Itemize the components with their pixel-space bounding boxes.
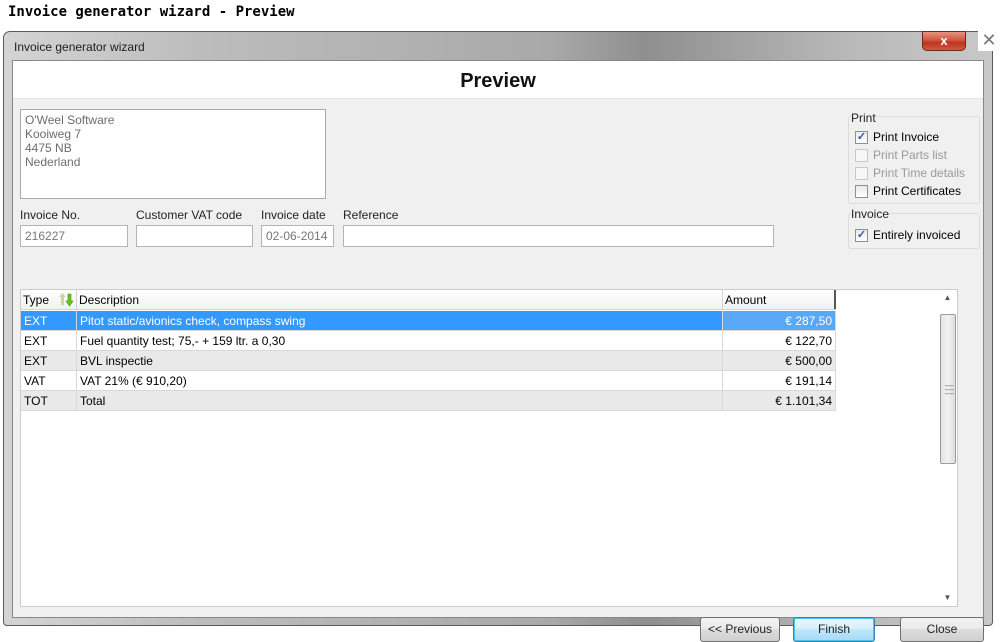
- window-title: Invoice generator wizard: [14, 40, 145, 54]
- print-certificates-checkbox[interactable]: Print Certificates: [855, 184, 961, 198]
- vertical-scrollbar[interactable]: ▲ — — — ▼: [938, 290, 957, 606]
- reference-label: Reference: [343, 208, 399, 222]
- checkbox-unchecked-icon: [855, 184, 868, 198]
- window-close-button[interactable]: x: [922, 31, 966, 51]
- print-invoice-label: Print Invoice: [873, 130, 940, 144]
- table-row[interactable]: EXT BVL inspectie € 500,00: [21, 351, 836, 371]
- table-row[interactable]: EXT Pitot static/avionics check, compass …: [21, 311, 836, 331]
- column-header-type[interactable]: Type: [21, 290, 77, 309]
- checkbox-unchecked-icon: [855, 148, 868, 162]
- entirely-invoiced-label: Entirely invoiced: [873, 228, 961, 242]
- invoice-no-field[interactable]: 216227: [20, 225, 128, 247]
- scroll-up-arrow-icon[interactable]: ▲: [938, 290, 957, 306]
- amount-cell: € 287,50: [723, 311, 836, 330]
- description-cell: VAT 21% (€ 910,20): [77, 371, 723, 390]
- amount-cell: € 191,14: [723, 371, 836, 390]
- checkbox-checked-icon: ✓: [855, 130, 868, 144]
- amount-cell: € 1.101,34: [723, 391, 836, 410]
- print-group-title: Print: [851, 111, 876, 125]
- print-parts-list-checkbox[interactable]: Print Parts list: [855, 148, 947, 162]
- description-cell: Total: [77, 391, 723, 410]
- table-row[interactable]: TOT Total € 1.101,34: [21, 391, 836, 411]
- sort-icon[interactable]: [58, 292, 74, 307]
- invoice-lines-grid[interactable]: Type Description Amount EXT Pitot static/…: [20, 289, 958, 607]
- print-certificates-label: Print Certificates: [873, 184, 962, 198]
- amount-cell: € 500,00: [723, 351, 836, 370]
- scrollbar-thumb[interactable]: — — —: [940, 314, 956, 464]
- outer-close-icon[interactable]: ✕: [978, 31, 1000, 51]
- description-cell: Pitot static/avionics check, compass swi…: [77, 311, 723, 330]
- table-row[interactable]: EXT Fuel quantity test; 75,- + 159 ltr. a…: [21, 331, 836, 351]
- customer-vat-field[interactable]: [136, 225, 253, 247]
- customer-vat-label: Customer VAT code: [136, 208, 243, 222]
- reference-field[interactable]: [343, 225, 774, 247]
- wizard-step-title: Preview: [460, 70, 536, 92]
- type-cell: VAT: [21, 371, 77, 390]
- grip-icon: — — —: [945, 380, 954, 398]
- page-title: Invoice generator wizard - Preview: [8, 4, 295, 20]
- invoice-no-label: Invoice No.: [20, 208, 81, 222]
- wizard-client-area: Preview O'Weel Software Kooiweg 7 4475 N…: [12, 60, 984, 642]
- amount-cell: € 122,70: [723, 331, 836, 350]
- wizard-header: Preview: [13, 61, 983, 99]
- address-textbox[interactable]: O'Weel Software Kooiweg 7 4475 NB Nederl…: [20, 109, 326, 199]
- type-cell: TOT: [21, 391, 77, 410]
- table-row[interactable]: VAT VAT 21% (€ 910,20) € 191,14: [21, 371, 836, 391]
- title-bar[interactable]: Invoice generator wizard x ✕: [4, 31, 1000, 60]
- type-cell: EXT: [21, 351, 77, 370]
- print-time-details-checkbox[interactable]: Print Time details: [855, 166, 965, 180]
- description-cell: BVL inspectie: [77, 351, 723, 370]
- invoice-date-label: Invoice date: [261, 208, 326, 222]
- print-time-details-label: Print Time details: [873, 166, 966, 180]
- checkbox-checked-icon: ✓: [855, 228, 868, 242]
- type-cell: EXT: [21, 331, 77, 350]
- invoice-group-title: Invoice: [851, 207, 890, 221]
- print-parts-list-label: Print Parts list: [873, 148, 948, 162]
- column-header-amount[interactable]: Amount: [723, 290, 836, 309]
- grid-header: Type Description Amount: [21, 290, 836, 310]
- description-cell: Fuel quantity test; 75,- + 159 ltr. a 0,…: [77, 331, 723, 350]
- column-header-type-label: Type: [23, 293, 50, 307]
- print-invoice-checkbox[interactable]: ✓ Print Invoice: [855, 130, 939, 144]
- wizard-window: Invoice generator wizard x ✕ Preview O'W…: [3, 31, 1000, 642]
- close-icon: x: [940, 33, 948, 48]
- entirely-invoiced-checkbox[interactable]: ✓ Entirely invoiced: [855, 228, 960, 242]
- type-cell: EXT: [21, 311, 77, 330]
- scroll-down-arrow-icon[interactable]: ▼: [938, 590, 957, 606]
- column-header-description[interactable]: Description: [77, 290, 723, 309]
- checkbox-unchecked-icon: [855, 166, 868, 180]
- invoice-date-field[interactable]: 02-06-2014: [261, 225, 334, 247]
